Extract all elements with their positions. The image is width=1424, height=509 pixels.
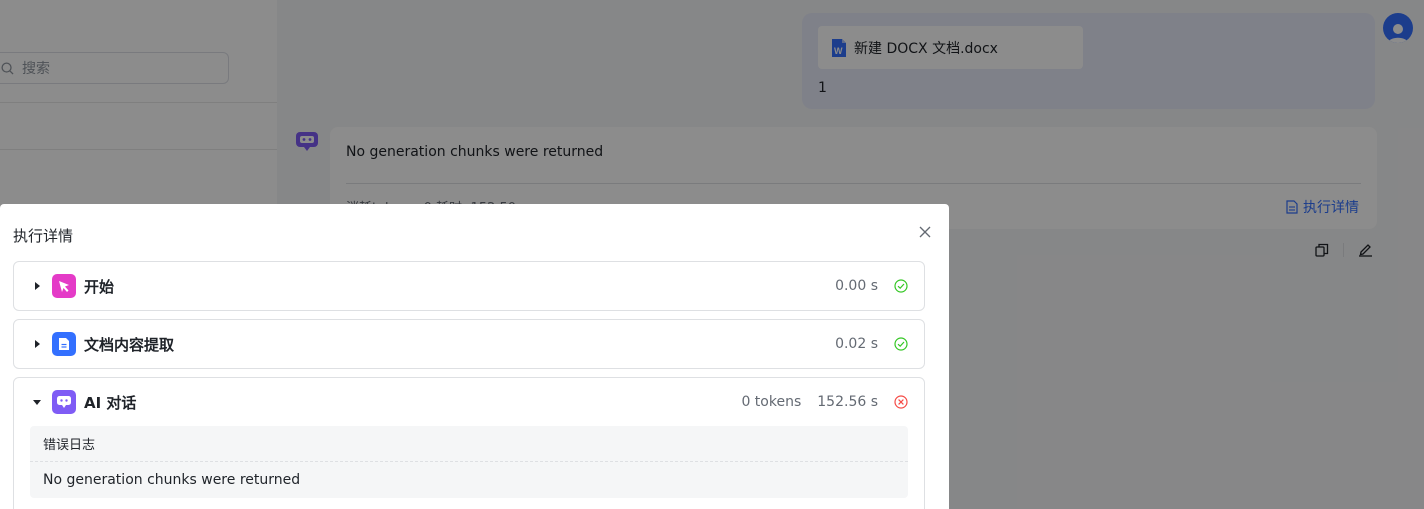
close-button[interactable] [918, 225, 932, 239]
step-card-ai-chat: AI 对话 0 tokens 152.56 s 错误日志 No generati… [13, 377, 925, 509]
caret-down-icon[interactable] [30, 398, 44, 406]
step-card-doc-extract: 文档内容提取 0.02 s [13, 319, 925, 369]
error-icon [894, 395, 908, 409]
step-header[interactable]: 文档内容提取 0.02 s [14, 320, 924, 368]
step-name: 文档内容提取 [84, 335, 175, 354]
exec-details-drawer: 执行详情 开始 0.00 s 文档内容提取 0.02 s AI 对话 0 tok… [0, 204, 949, 509]
step-tokens: 0 tokens [741, 394, 802, 410]
error-log: 错误日志 No generation chunks were returned [30, 426, 908, 498]
step-time: 0.02 s [835, 336, 878, 352]
step-time: 152.56 s [817, 394, 878, 410]
cursor-click-icon [52, 274, 76, 298]
success-icon [894, 279, 908, 293]
step-card-start: 开始 0.00 s [13, 261, 925, 311]
step-time: 0.00 s [835, 278, 878, 294]
error-log-message: No generation chunks were returned [43, 472, 301, 488]
caret-right-icon[interactable] [30, 281, 44, 291]
success-icon [894, 337, 908, 351]
step-header[interactable]: AI 对话 0 tokens 152.56 s [14, 378, 924, 426]
step-name: 开始 [84, 277, 115, 296]
error-log-title: 错误日志 [30, 426, 908, 462]
close-icon [919, 226, 931, 238]
document-icon [52, 332, 76, 356]
robot-icon [52, 390, 76, 414]
step-header[interactable]: 开始 0.00 s [14, 262, 924, 310]
drawer-title: 执行详情 [13, 227, 74, 245]
step-name: AI 对话 [84, 393, 137, 412]
caret-right-icon[interactable] [30, 339, 44, 349]
